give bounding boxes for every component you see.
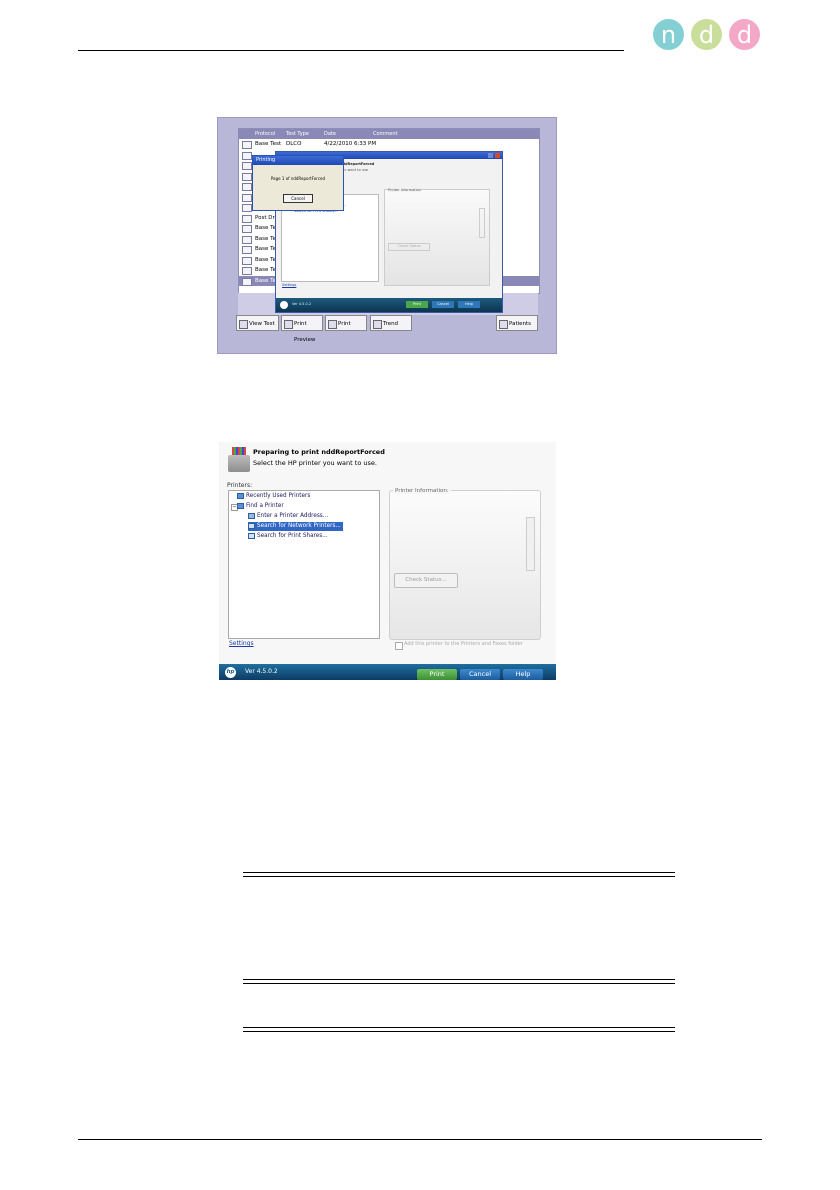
print-button[interactable]: Print [417, 669, 457, 680]
hp-logo-icon: hp [225, 667, 236, 678]
popup-cancel-button[interactable]: Cancel [283, 194, 313, 203]
popup-message: Page 1 of nddReportForced [270, 176, 326, 181]
patients-button[interactable]: Patients [496, 315, 538, 331]
cancel-button[interactable]: Cancel [460, 669, 500, 680]
trend-button[interactable]: Trend [370, 315, 412, 331]
tree-item-search-network[interactable]: Search for Network Printers... [248, 522, 343, 531]
test-icon [242, 204, 252, 212]
search-icon [248, 522, 255, 529]
header-rule [78, 50, 624, 51]
printers-folder-icon [237, 492, 244, 499]
printing-popup: Printing Page 1 of nddReportForced Cance… [252, 155, 344, 211]
tree-item-enter-address[interactable]: Enter a Printer Address... [248, 512, 328, 521]
hp-logo-icon [280, 301, 288, 309]
column-date[interactable]: Date [324, 129, 336, 139]
tree-item-search-shares[interactable]: Search for Print Shares... [248, 532, 328, 541]
dialog-small-subtitle: you want to use [340, 168, 369, 172]
column-protocol[interactable]: Protocol [255, 129, 275, 139]
logo-letter-d1: d [691, 19, 722, 50]
view-test-button[interactable]: View Test [236, 315, 279, 331]
dialog-title: Preparing to print nddReportForced [253, 448, 385, 456]
version-small: Ver 4.5.0.2 [292, 302, 312, 306]
test-icon [242, 267, 252, 275]
note-rule-middle [243, 979, 675, 984]
help-button-small[interactable]: Help [458, 301, 480, 308]
close-icon[interactable] [495, 153, 500, 158]
settings-link[interactable]: Settings [229, 640, 254, 647]
info-scrollbar[interactable] [526, 517, 535, 571]
column-test-type[interactable]: Test Type [286, 129, 309, 139]
test-icon [242, 151, 252, 160]
test-icon [242, 235, 252, 244]
print-button-small[interactable]: Print [406, 301, 428, 308]
print-preview-icon [284, 320, 293, 329]
printer-address-icon [248, 512, 255, 519]
check-status-button[interactable]: Check Status... [394, 573, 458, 588]
test-icon [242, 183, 252, 191]
dialog-subtitle: Select the HP printer you want to use. [253, 459, 377, 467]
help-icon[interactable] [488, 153, 493, 158]
printer-icon [328, 320, 337, 329]
dialog-footer: hp Ver 4.5.0.2 Print Cancel Help [219, 664, 556, 680]
view-test-icon [239, 320, 248, 329]
column-comment[interactable]: Comment [373, 129, 398, 139]
tree-item-recent[interactable]: Recently Used Printers [237, 492, 310, 501]
test-list-header: Protocol Test Type Date Comment [239, 129, 539, 139]
printer-tree: Recently Used Printers − Find a Printer … [228, 490, 380, 639]
screenshot-printing-progress: Protocol Test Type Date Comment Base Tes… [217, 117, 557, 354]
help-button[interactable]: Help [503, 669, 543, 680]
search-icon [248, 532, 255, 539]
scrollbar-small[interactable] [479, 208, 485, 238]
trend-icon [373, 320, 382, 329]
settings-link-small[interactable]: Settings [282, 283, 296, 287]
screenshot-hp-printer-dialog: Preparing to print nddReportForced Selec… [219, 442, 556, 680]
test-icon [242, 246, 252, 254]
tree-item-find-printer[interactable]: Find a Printer [237, 502, 284, 511]
print-preview-button[interactable]: Print Preview [281, 315, 323, 343]
printers-folder-icon [237, 502, 244, 509]
dialog-small-info: Printer Information Check Status [384, 188, 490, 286]
test-icon [242, 172, 252, 181]
printer-icon [228, 447, 250, 472]
test-icon [242, 225, 252, 233]
test-icon [242, 162, 252, 170]
add-printer-checkbox[interactable] [395, 642, 403, 650]
dialog-small-title: nddReportForced [340, 162, 375, 166]
add-printer-checkbox-label: Add this printer to the Printers and Fax… [404, 641, 523, 647]
table-row[interactable]: Base Test DLCO 4/22/2010 6:33 PM [239, 139, 539, 150]
test-icon [242, 193, 252, 202]
printer-information-panel [389, 490, 541, 640]
test-icon [242, 256, 252, 265]
cancel-button-small[interactable]: Cancel [432, 301, 454, 308]
logo-letter-d2: d [729, 19, 760, 50]
dialog-small-footer: Ver 4.5.0.2 Print Cancel Help [276, 298, 502, 312]
note-rule-bottom [243, 1027, 675, 1032]
test-icon [242, 214, 252, 223]
printer-information-label: Printer Information: [393, 488, 451, 494]
logo-letter-n: n [653, 19, 684, 50]
footer-rule [78, 1139, 762, 1140]
check-status-small[interactable]: Check Status [388, 243, 430, 251]
patients-icon [499, 320, 508, 329]
test-icon [242, 277, 252, 286]
note-rule-top [243, 872, 675, 877]
printers-label: Printers: [227, 482, 253, 489]
test-icon [242, 141, 252, 149]
bottom-toolbar: View Test Print Preview Print Trend Pati… [236, 315, 540, 343]
popup-title: Printing [253, 156, 343, 165]
print-button[interactable]: Print [325, 315, 367, 331]
info-label-small: Printer Information [388, 188, 422, 192]
version-label: Ver 4.5.0.2 [245, 668, 278, 675]
